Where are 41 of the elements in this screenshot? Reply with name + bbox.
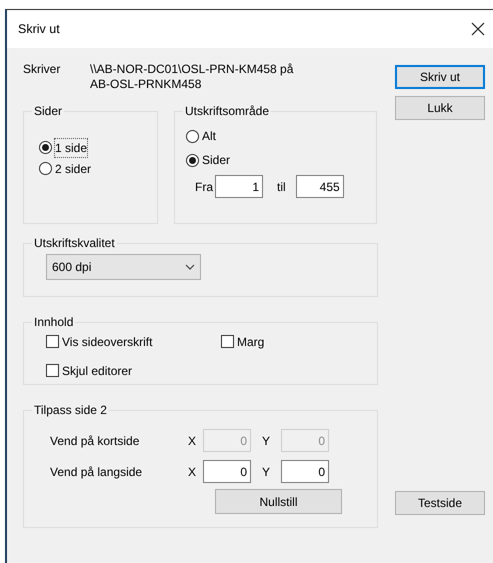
window-title: Skriv ut — [18, 20, 60, 38]
dialog-button[interactable]: Skriv ut — [395, 65, 485, 89]
to-field[interactable]: 455 — [296, 175, 344, 198]
group-title: Sider — [33, 104, 64, 118]
from-label: Fra — [195, 178, 213, 196]
option-label: Marg — [237, 334, 264, 350]
group-title: Utskriftsområde — [184, 104, 270, 118]
to-label: til — [277, 178, 286, 196]
reset-button[interactable]: Nullstill — [215, 489, 342, 514]
checkbox[interactable] — [46, 335, 59, 348]
option-label: 2 sider — [55, 160, 92, 178]
radio-button[interactable] — [39, 141, 52, 154]
option-label: 1 side — [55, 138, 88, 156]
close-icon[interactable] — [469, 20, 487, 38]
from-field[interactable]: 1 — [215, 175, 263, 198]
group-title: Innhold — [33, 315, 74, 329]
group-title: Utskriftskvalitet — [33, 236, 116, 250]
y-field[interactable]: 0 — [281, 460, 329, 483]
radio-button[interactable] — [186, 130, 199, 142]
test-page-button[interactable]: Testside — [395, 491, 485, 515]
printer-name: \\AB-NOR-DC01\OSL-PRN-KM458 på AB-OSL-PRNKM458 — [90, 62, 294, 92]
axis-label: X — [186, 432, 197, 450]
option-label: Vis sideoverskrift — [62, 334, 152, 350]
checkbox[interactable] — [221, 335, 234, 348]
chevron-icon — [185, 264, 195, 270]
radio-button[interactable] — [186, 154, 199, 166]
option-label: Alt — [202, 128, 216, 145]
radio-button[interactable] — [39, 162, 52, 175]
dialog-button[interactable]: Lukk — [395, 96, 485, 120]
axis-label: Y — [260, 464, 271, 480]
row-label: Vend på langside — [50, 464, 144, 480]
axis-label: Y — [260, 432, 271, 450]
quality-dropdown[interactable]: 600 dpi — [46, 254, 201, 280]
row-label: Vend på kortside — [50, 432, 140, 450]
group-title: Tilpass side 2 — [33, 403, 108, 417]
printer-label: Skriver — [23, 62, 62, 78]
x-field[interactable]: 0 — [203, 460, 251, 483]
option-label: Sider — [202, 152, 230, 169]
axis-label: X — [186, 464, 197, 480]
option-label: Skjul editorer — [62, 362, 132, 380]
checkbox[interactable] — [46, 364, 59, 377]
